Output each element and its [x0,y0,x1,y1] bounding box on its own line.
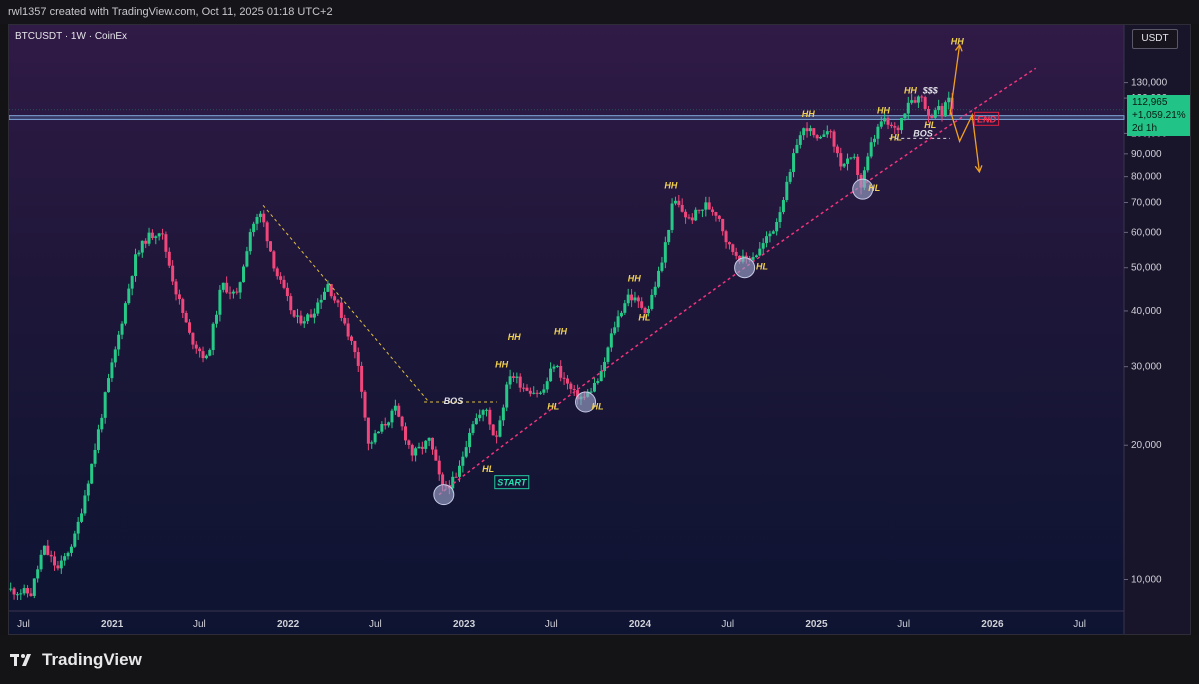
chart-annotation: HL [592,401,604,411]
candle [42,545,46,556]
price-change: +1,059.21% [1132,110,1186,121]
chart-annotation: HH [664,181,677,191]
resistance-band [9,115,1125,120]
swing-low-marker [734,257,756,279]
chart-credit: rwl1357 created with TradingView.com, Oc… [0,0,1199,24]
candle [923,95,927,111]
x-tick-label: Jul [193,619,206,630]
chart-annotation: END [977,114,997,124]
swing-low-marker [433,484,455,506]
x-tick-label: 2023 [453,619,476,630]
chart-annotation: BOS [913,128,933,138]
x-tick-label: Jul [897,619,910,630]
chart-pane[interactable]: HH HH HH HH HH HH HH HH HH HL HL HL HL HL HL HL HL BOS BOS… [8,24,1191,635]
candle [491,424,495,436]
x-tick-label: Jul [369,619,382,630]
chart-annotation: HL [547,401,559,411]
y-tick-label: 20,000 [1131,440,1162,451]
chart-annotation: START [497,478,528,488]
candle [505,381,509,412]
chart-annotation: HL [890,132,902,142]
y-tick-label: 90,000 [1131,149,1162,160]
x-tick-label: Jul [1073,619,1086,630]
y-tick-label: 60,000 [1131,227,1162,238]
last-price-tag: 112,965 +1,059.21% 2d 1h [1127,95,1190,136]
candle [363,390,367,421]
chart-annotation: HL [756,262,768,272]
footer [0,635,1199,684]
y-tick-label: 130,000 [1131,78,1168,89]
chart-annotation: HH [508,332,521,342]
x-tick-label: 2026 [981,619,1004,630]
y-tick-label: 70,000 [1131,198,1162,209]
chart-annotation: HL [638,312,650,322]
price-chart[interactable]: HHHHHHHHHHHH HHHHHHHLHL HLHLHLHLHLHLBOSBOS… [9,25,1191,635]
brand-name: TradingView [42,650,142,669]
chart-annotation: HH [802,109,815,119]
candle [242,264,246,283]
last-price: 112,965 [1132,97,1168,108]
tradingview-brand[interactable]: TradingView [10,650,142,670]
chart-annotation: BOS [444,396,464,406]
y-tick-label: 50,000 [1131,263,1162,274]
y-tick-label: 10,000 [1131,575,1162,586]
y-tick-label: 80,000 [1131,172,1162,183]
currency-selector[interactable]: USDT [1132,29,1178,49]
x-tick-label: Jul [721,619,734,630]
chart-annotation: HH [554,326,567,336]
x-tick-label: 2021 [101,619,124,630]
y-tick-label: 40,000 [1131,306,1162,317]
chart-annotation: HL [482,464,494,474]
chart-annotation: HH [951,36,964,46]
candle [606,346,610,365]
bar-countdown: 2d 1h [1132,123,1158,134]
candle [32,578,36,599]
chart-annotation: HH [495,359,508,369]
candle [123,301,127,326]
x-tick-label: Jul [545,619,558,630]
candle [269,241,273,253]
chart-annotation: HH [877,105,890,115]
y-tick-label: 30,000 [1131,362,1162,373]
chart-annotation: HH [628,274,641,284]
symbol-title: BTCUSDT · 1W · CoinEx [15,31,128,42]
chart-annotation: $$$ [922,86,939,96]
tradingview-logo-icon [10,654,31,666]
x-tick-label: Jul [17,619,30,630]
chart-annotation: HL [868,183,880,193]
x-tick-label: 2022 [277,619,300,630]
candle [943,100,947,117]
chart-annotation: HH [904,86,917,96]
candle [90,463,94,485]
x-tick-label: 2025 [805,619,828,630]
candle [248,228,252,255]
candle [272,249,276,272]
x-tick-label: 2024 [629,619,652,630]
